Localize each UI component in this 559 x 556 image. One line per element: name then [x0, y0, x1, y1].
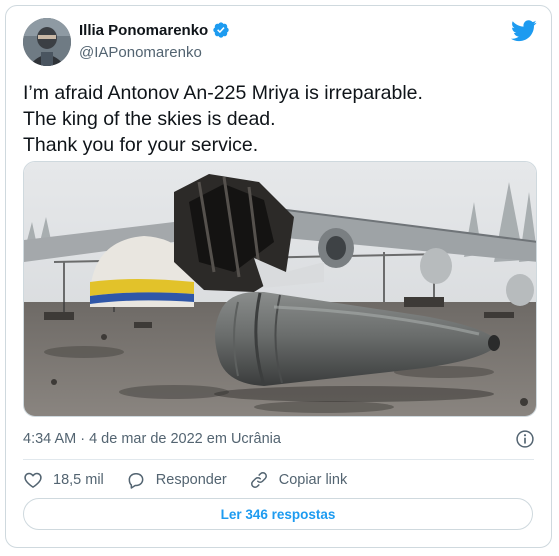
author-name-row: Illia Ponomarenko [79, 21, 230, 39]
verified-badge-icon [213, 22, 229, 38]
tweet-text: I’m afraid Antonov An-225 Mriya is irrep… [23, 80, 533, 158]
copy-link-label: Copiar link [278, 472, 348, 488]
tweet-actions: 18,5 mil Responder Copiar link [23, 470, 369, 490]
author-handle[interactable]: @IAPonomarenko [79, 44, 202, 61]
tweet-line: I’m afraid Antonov An-225 Mriya is irrep… [23, 82, 423, 104]
destroyed-aircraft-photo [24, 162, 536, 416]
reply-bubble-icon [128, 473, 144, 489]
copy-link-button[interactable]: Copiar link [249, 470, 348, 490]
reply-label: Responder [155, 472, 227, 488]
tweet-line: The king of the skies is dead. [23, 108, 276, 130]
tweet-timestamp[interactable]: 4:34 AM · 4 de mar de 2022 em Ucrânia [23, 431, 281, 447]
like-count: 18,5 mil [53, 472, 104, 488]
tweet-card: Illia Ponomarenko @IAPonomarenko I’m afr… [5, 5, 552, 548]
read-replies-button[interactable]: Ler 346 respostas [23, 498, 533, 530]
link-icon [250, 472, 267, 488]
like-button[interactable]: 18,5 mil [23, 470, 104, 490]
twitter-bird-icon[interactable] [511, 20, 537, 42]
tweet-photo[interactable] [23, 161, 537, 417]
info-icon[interactable] [515, 429, 535, 449]
tweet-line: Thank you for your service. [23, 134, 259, 156]
heart-icon [24, 472, 42, 488]
avatar[interactable] [23, 18, 71, 66]
reply-button[interactable]: Responder [126, 470, 227, 490]
author-name[interactable]: Illia Ponomarenko [79, 22, 208, 39]
divider [23, 459, 534, 460]
